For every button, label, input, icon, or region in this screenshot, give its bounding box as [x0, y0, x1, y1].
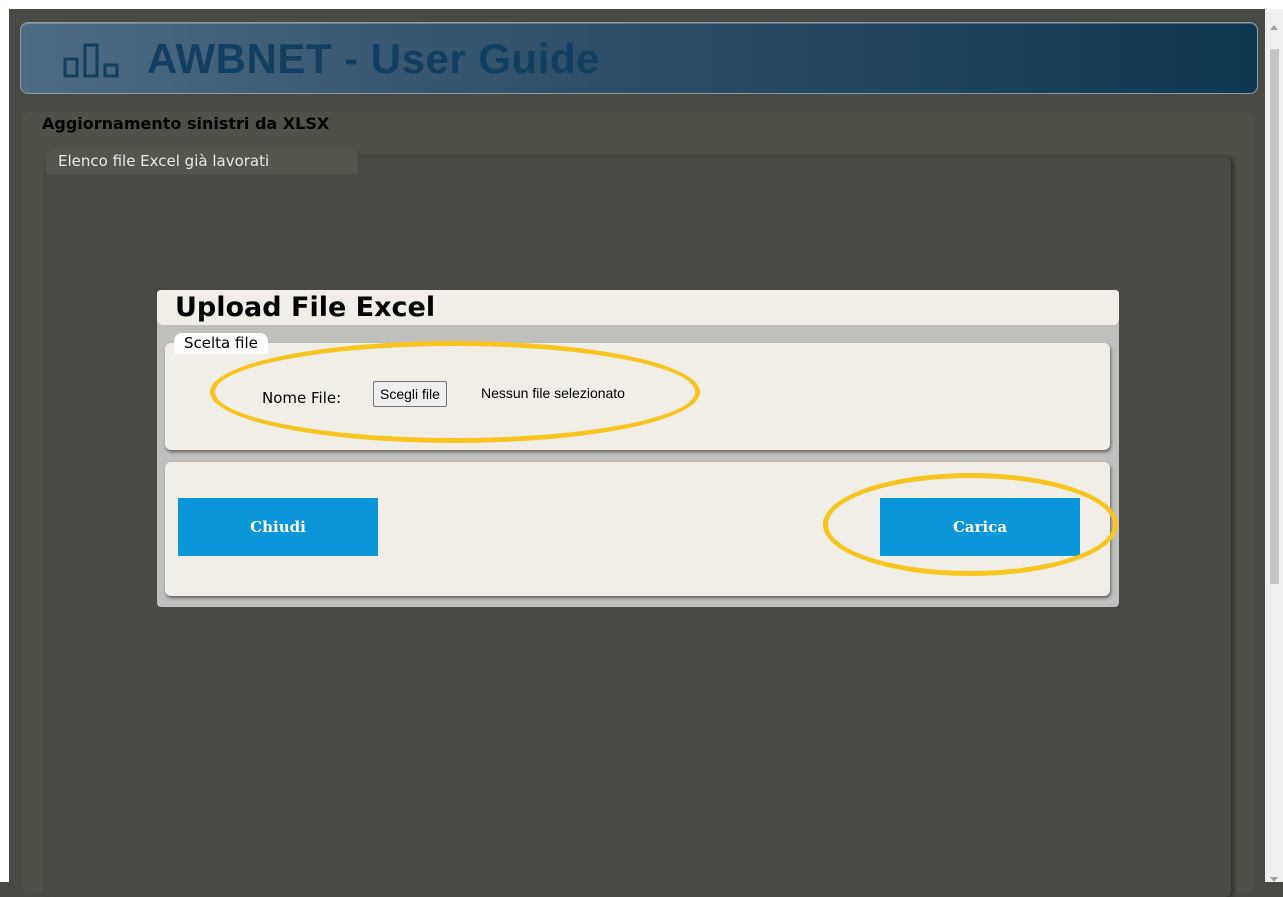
scroll-down-arrow-icon[interactable]: [1270, 877, 1278, 882]
app-title: AWBNET - User Guide: [147, 35, 600, 82]
file-selection-status: Nessun file selezionato: [481, 385, 625, 401]
window-left-edge: [0, 0, 9, 882]
choose-file-button[interactable]: Scegli file: [373, 381, 447, 407]
scroll-up-arrow-icon[interactable]: [1270, 25, 1278, 30]
bar-chart-logo-icon: [63, 43, 133, 83]
processed-files-tab: Elenco file Excel già lavorati: [46, 148, 358, 174]
vertical-scrollbar[interactable]: [1265, 9, 1283, 882]
section-title: Aggiornamento sinistri da XLSX: [42, 114, 330, 133]
dialog-titlebar: Upload File Excel: [157, 290, 1119, 325]
upload-button[interactable]: Carica: [880, 498, 1080, 556]
file-choice-legend: Scelta file: [174, 333, 268, 354]
app-header: AWBNET - User Guide: [20, 22, 1258, 94]
file-name-label: Nome File:: [262, 389, 342, 407]
scroll-thumb[interactable]: [1270, 49, 1279, 584]
window-top-edge: [0, 0, 1283, 9]
dialog-title: Upload File Excel: [175, 292, 436, 323]
close-button[interactable]: Chiudi: [178, 498, 378, 556]
upload-dialog: Upload File Excel Scelta file Nome File:…: [157, 290, 1119, 607]
